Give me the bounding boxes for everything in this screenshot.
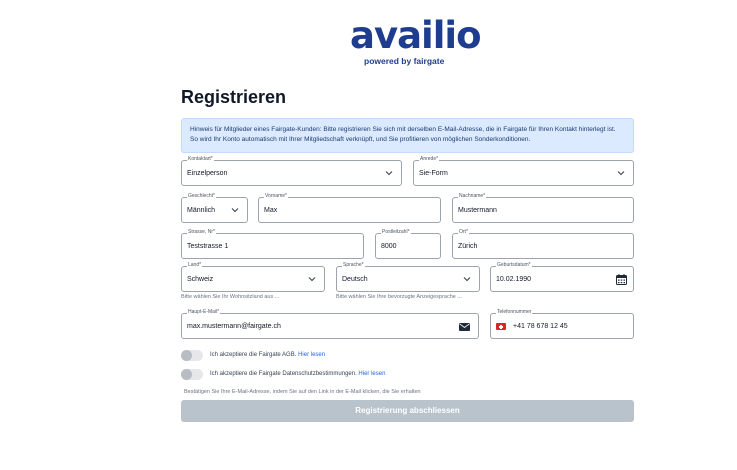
sprache-value: Deutsch	[342, 276, 368, 283]
notice-line-1: Hinweis für Mitglieder eines Fairgate-Ku…	[190, 126, 616, 133]
datenschutz-toggle[interactable]	[181, 369, 203, 380]
chevron-down-icon	[617, 171, 625, 176]
geschlecht-label: Geschlecht*	[187, 193, 216, 200]
kontaktart-label: Kontaktart*	[187, 156, 214, 163]
nachname-input[interactable]: Nachname* Mustermann	[452, 193, 634, 223]
datenschutz-read-link[interactable]: Hier lesen	[358, 371, 385, 377]
plz-input[interactable]: Postleitzahl* 8000	[375, 229, 441, 259]
brand-logo: availio powered by fairgate	[350, 14, 482, 68]
toggle-knob	[181, 369, 192, 380]
email-field[interactable]: Haupt-E-Mail* max.mustermann@fairgate.ch	[181, 309, 479, 339]
sprache-select[interactable]: Sprache* Deutsch	[336, 262, 480, 292]
vorname-value: Max	[264, 207, 278, 214]
land-hint: Bitte wählen Sie Ihr Wohnsitzland aus ..…	[181, 294, 280, 300]
geburtsdatum-value: 10.02.1990	[496, 276, 532, 283]
agb-toggle[interactable]	[181, 350, 203, 361]
geburtsdatum-label: Geburtsdatum*	[496, 262, 532, 269]
anrede-select[interactable]: Anrede* Sie-Form	[413, 156, 634, 186]
geschlecht-value: Männlich	[187, 207, 216, 214]
chevron-down-icon	[308, 277, 316, 282]
strasse-label: Strasse, Nr*	[187, 229, 216, 236]
vorname-label: Vorname*	[264, 193, 288, 200]
brand-name: availio	[350, 14, 482, 57]
anrede-label: Anrede*	[419, 156, 440, 163]
ort-label: Ort*	[458, 229, 469, 236]
chevron-down-icon	[231, 208, 239, 213]
geburtsdatum-input[interactable]: Geburtsdatum* 10.02.1990	[490, 262, 634, 292]
email-confirm-note: Bestätigen Sie Ihre E-Mail-Adresse, inde…	[184, 389, 421, 395]
vorname-input[interactable]: Vorname* Max	[258, 193, 441, 223]
sprache-label: Sprache*	[342, 262, 365, 269]
datenschutz-consent-text: Ich akzeptiere die Fairgate Datenschutzb…	[210, 371, 357, 377]
phone-field[interactable]: Telefonnummer +41 78 678 12 45	[490, 309, 634, 339]
toggle-knob	[181, 350, 192, 361]
ort-value: Zürich	[458, 243, 478, 250]
geschlecht-select[interactable]: Geschlecht* Männlich	[181, 193, 248, 223]
plz-value: 8000	[381, 243, 397, 250]
strasse-value: Teststrasse 1	[187, 243, 229, 250]
plz-label: Postleitzahl*	[381, 229, 411, 236]
page-title: Registrieren	[181, 87, 287, 107]
nachname-label: Nachname*	[458, 193, 487, 200]
email-label: Haupt-E-Mail*	[187, 309, 221, 316]
datenschutz-consent-label: Ich akzeptiere die Fairgate Datenschutzb…	[210, 371, 385, 377]
nachname-value: Mustermann	[458, 207, 497, 214]
info-notice: Hinweis für Mitglieder eines Fairgate-Ku…	[181, 118, 634, 153]
submit-registration-button[interactable]: Registrierung abschliessen	[181, 400, 634, 422]
sprache-hint: Bitte wählen Sie Ihre bevorzugte Anzeige…	[336, 294, 462, 300]
agb-consent-label: Ich akzeptiere die Fairgate AGB. Hier le…	[210, 352, 325, 358]
kontaktart-select[interactable]: Kontaktart* Einzelperson	[181, 156, 402, 186]
chevron-down-icon	[385, 171, 393, 176]
notice-line-2: So wird Ihr Konto automatisch mit Ihrer …	[190, 136, 531, 143]
swiss-flag-icon[interactable]	[496, 323, 506, 330]
agb-consent-text: Ich akzeptiere die Fairgate AGB.	[210, 352, 297, 358]
calendar-icon[interactable]	[616, 274, 627, 285]
kontaktart-value: Einzelperson	[187, 170, 228, 177]
email-value: max.mustermann@fairgate.ch	[187, 323, 281, 330]
land-label: Land*	[187, 262, 203, 269]
ort-input[interactable]: Ort* Zürich	[452, 229, 634, 259]
envelope-icon	[459, 323, 470, 331]
brand-tagline: powered by fairgate	[364, 56, 445, 66]
anrede-value: Sie-Form	[419, 170, 448, 177]
chevron-down-icon	[463, 277, 471, 282]
land-select[interactable]: Land* Schweiz	[181, 262, 325, 292]
land-value: Schweiz	[187, 276, 214, 283]
strasse-input[interactable]: Strasse, Nr* Teststrasse 1	[181, 229, 364, 259]
telefon-label: Telefonnummer	[496, 309, 533, 316]
agb-read-link[interactable]: Hier lesen	[298, 352, 325, 358]
telefon-value: +41 78 678 12 45	[513, 323, 568, 330]
